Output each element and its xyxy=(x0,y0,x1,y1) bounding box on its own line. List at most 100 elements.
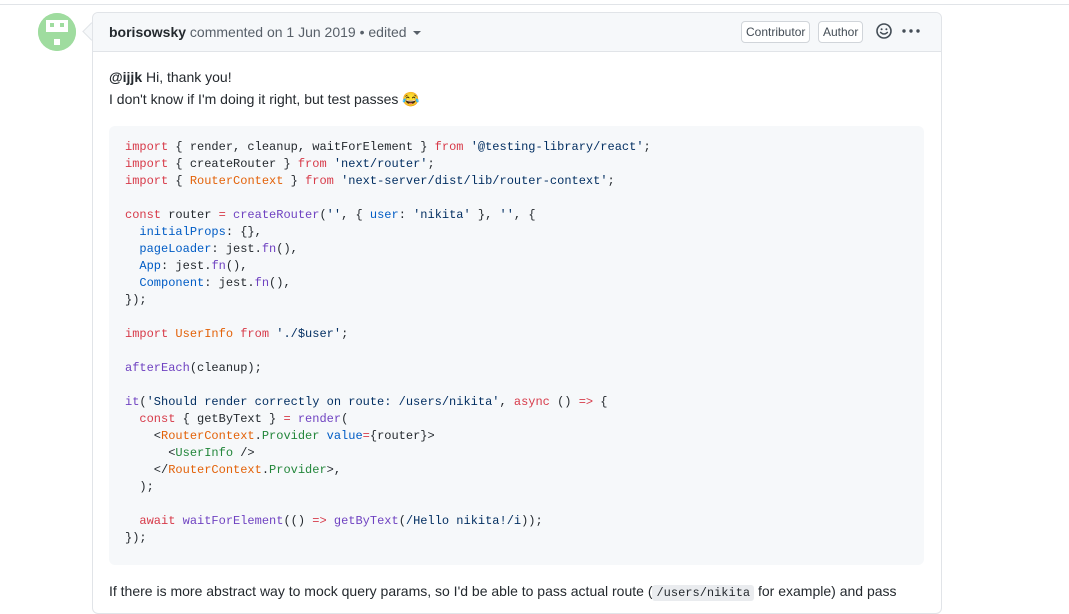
code-token: { getByText } xyxy=(175,412,284,426)
code-token: await xyxy=(139,514,176,528)
code-token: /> xyxy=(233,446,255,460)
timeline-divider xyxy=(0,4,1069,5)
code-token: (cleanup); xyxy=(189,361,262,375)
code-token: fn xyxy=(261,242,277,256)
code-line: import { createRouter } from 'next/route… xyxy=(125,157,435,171)
code-token: it xyxy=(125,395,140,409)
code-token: afterEach xyxy=(125,361,190,375)
code-line: afterEach(cleanup); xyxy=(125,361,262,375)
code-token: (), xyxy=(276,242,298,256)
code-token: App xyxy=(139,259,162,273)
code-token: { render, cleanup, waitForElement } xyxy=(168,140,435,154)
code-line: <UserInfo /> xyxy=(125,446,255,460)
code-token: . xyxy=(261,463,270,477)
code-token: async xyxy=(513,395,550,409)
code-token: < xyxy=(125,446,176,460)
code-token: 'next-server/dist/lib/router-context' xyxy=(341,174,608,188)
code-token: ; xyxy=(341,327,349,341)
user-mention[interactable]: @ijjk xyxy=(109,69,142,85)
code-token: UserInfo xyxy=(175,446,234,460)
code-token: , { xyxy=(341,208,370,222)
footer-text-before: If there is more abstract way to mock qu… xyxy=(109,583,653,599)
code-token: >, xyxy=(326,463,342,477)
code-token: ( xyxy=(398,514,406,528)
code-token: import xyxy=(125,327,169,341)
code-token: '@testing-library/react' xyxy=(470,140,644,154)
code-token: (() xyxy=(283,514,313,528)
code-block: import { render, cleanup, waitForElement… xyxy=(109,126,924,565)
code-token: ; xyxy=(643,140,651,154)
author-link[interactable]: borisowsky xyxy=(109,24,186,40)
code-token: RouterContext xyxy=(161,429,255,443)
code-line: }); xyxy=(125,293,147,307)
code-token: import xyxy=(125,157,169,171)
code-line: }); xyxy=(125,531,147,545)
edited-label[interactable]: edited xyxy=(368,24,406,40)
code-token: = xyxy=(283,412,291,426)
code-token: '' xyxy=(326,208,342,222)
smiley-icon xyxy=(876,23,892,39)
code-token: : jest. xyxy=(211,242,262,256)
code-token: 'Should render correctly on route: /user… xyxy=(146,395,500,409)
code-token: { createRouter } xyxy=(168,157,298,171)
code-token: )); xyxy=(521,514,543,528)
code-token: }); xyxy=(125,531,147,545)
code-line: import { render, cleanup, waitForElement… xyxy=(125,140,651,154)
code-token: ( xyxy=(319,208,327,222)
code-token: Provider xyxy=(261,429,320,443)
code-token: = xyxy=(218,208,226,222)
comment-timestamp[interactable]: commented on 1 Jun 2019 xyxy=(190,24,356,40)
author-avatar[interactable] xyxy=(38,13,76,51)
code-token: value xyxy=(326,429,363,443)
code-token: initialProps xyxy=(139,225,226,239)
comment-date[interactable]: commented on 1 Jun 2019 xyxy=(190,24,356,40)
code-token: {router}> xyxy=(369,429,435,443)
code-token: pageLoader xyxy=(139,242,212,256)
code-token: }, xyxy=(470,208,500,222)
code-content: import { render, cleanup, waitForElement… xyxy=(125,139,651,547)
comment-body-footer: If there is more abstract way to mock qu… xyxy=(109,583,897,601)
code-token: { xyxy=(593,395,608,409)
code-token: '' xyxy=(499,208,514,222)
code-token: import xyxy=(125,174,169,188)
code-line: import { RouterContext } from 'next-serv… xyxy=(125,174,615,188)
code-token: waitForElement xyxy=(182,514,284,528)
code-token: from xyxy=(240,327,270,341)
edited-dropdown[interactable]: edited xyxy=(368,24,421,40)
greeting-text: Hi, thank you! xyxy=(142,69,232,85)
code-token: ( xyxy=(139,395,147,409)
meta-separator: • xyxy=(359,24,365,40)
code-line: initialProps: {}, xyxy=(125,225,261,239)
contributor-badge: Contributor xyxy=(741,21,811,43)
code-line: App: jest.fn(), xyxy=(125,259,247,273)
code-token: 'nikita' xyxy=(413,208,471,222)
code-token: , xyxy=(499,395,514,409)
code-token: './$user' xyxy=(276,327,342,341)
comment-header-meta: borisowsky commented on 1 Jun 2019 • edi… xyxy=(109,24,421,40)
footer-text-after: for example) and pass xyxy=(754,583,897,599)
code-token: = xyxy=(362,429,370,443)
code-token: const xyxy=(125,208,162,222)
comment-options-button[interactable] xyxy=(901,22,925,42)
code-token: UserInfo xyxy=(175,327,234,341)
code-token: fn xyxy=(211,259,226,273)
code-token: router xyxy=(161,208,219,222)
code-token: /Hello nikita!/i xyxy=(405,514,522,528)
code-token: RouterContext xyxy=(168,463,262,477)
code-token: < xyxy=(125,429,162,443)
code-line: </RouterContext.Provider>, xyxy=(125,463,341,477)
code-token: { xyxy=(168,174,190,188)
code-token: render xyxy=(297,412,342,426)
code-token: ( xyxy=(341,412,349,426)
code-token: () xyxy=(549,395,579,409)
add-reaction-button[interactable] xyxy=(875,22,895,42)
